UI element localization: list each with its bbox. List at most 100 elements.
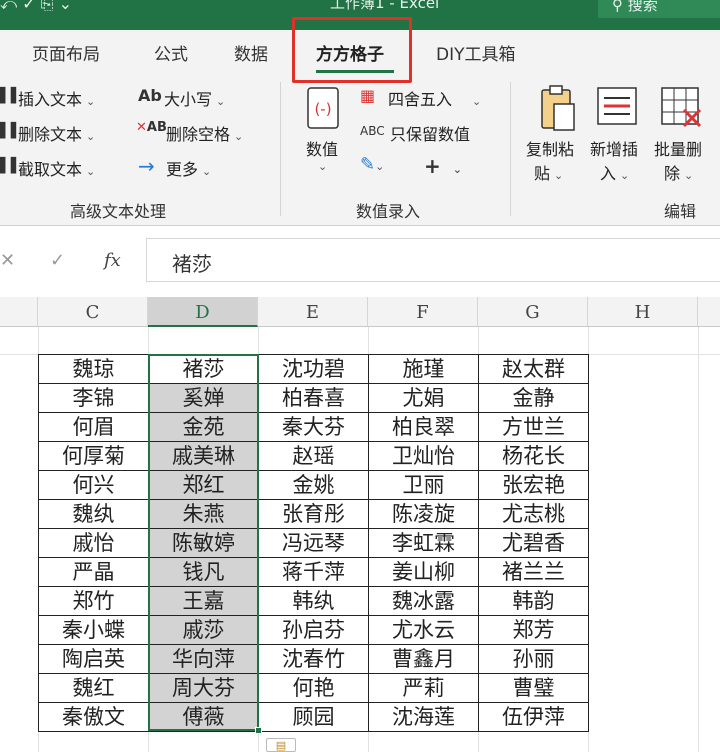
formula-input[interactable]: [146, 238, 720, 282]
insert-function-icon[interactable]: fx: [104, 250, 121, 271]
table-cell[interactable]: 金姚: [258, 470, 369, 500]
table-cell[interactable]: 何厚菊: [38, 441, 149, 471]
table-cell[interactable]: 柏春喜: [258, 383, 369, 413]
tab-formulas[interactable]: 公式: [154, 40, 188, 65]
value-dropdown-icon[interactable]: ⌄: [318, 160, 327, 173]
table-cell[interactable]: 魏冰露: [368, 586, 479, 616]
fill-handle[interactable]: [255, 727, 262, 734]
table-cell[interactable]: 戚莎: [148, 615, 259, 645]
column-header-f[interactable]: F: [368, 297, 478, 327]
column-header-g[interactable]: G: [478, 297, 588, 327]
extract-text-button[interactable]: 截取文本 ⌄: [18, 156, 95, 180]
table-cell[interactable]: 陶启英: [38, 644, 149, 674]
table-cell[interactable]: 褚兰兰: [478, 557, 589, 587]
tab-diy-toolbox[interactable]: DIY工具箱: [436, 40, 516, 65]
table-cell[interactable]: 周大芬: [148, 673, 259, 703]
table-cell[interactable]: 赵太群: [478, 354, 589, 384]
add-icon[interactable]: + ⌄: [424, 154, 462, 178]
insert-text-button[interactable]: 插入文本 ⌄: [18, 86, 95, 110]
table-cell[interactable]: 朱燕: [148, 499, 259, 529]
value-button[interactable]: 数值: [306, 136, 338, 160]
table-cell[interactable]: 戚怡: [38, 528, 149, 558]
table-cell[interactable]: 孙丽: [478, 644, 589, 674]
case-button[interactable]: 大小写 ⌄: [164, 86, 225, 110]
table-cell[interactable]: 方世兰: [478, 412, 589, 442]
round-button[interactable]: 四舍五入 ⌄: [388, 86, 481, 110]
table-cell[interactable]: 傅薇: [148, 702, 259, 732]
table-cell[interactable]: 魏琼: [38, 354, 149, 384]
table-cell[interactable]: 顾园: [258, 702, 369, 732]
table-cell[interactable]: 金苑: [148, 412, 259, 442]
table-cell[interactable]: 魏红: [38, 673, 149, 703]
column-header-prev[interactable]: [0, 297, 38, 327]
table-cell[interactable]: 姜山柳: [368, 557, 479, 587]
new-insert-button-line2[interactable]: 入 ⌄: [600, 160, 629, 184]
table-cell[interactable]: 秦傲文: [38, 702, 149, 732]
table-cell[interactable]: 郑芳: [478, 615, 589, 645]
keep-values-button[interactable]: 只保留数值: [390, 121, 470, 145]
copy-paste-button-line2[interactable]: 贴 ⌄: [534, 160, 563, 184]
batch-delete-button-line2[interactable]: 除 ⌄: [664, 160, 693, 184]
table-cell[interactable]: 何艳: [258, 673, 369, 703]
tab-page-layout[interactable]: 页面布局: [32, 40, 100, 65]
table-cell[interactable]: 秦大芬: [258, 412, 369, 442]
copy-paste-button[interactable]: 复制粘: [526, 136, 574, 160]
table-cell[interactable]: 张育彤: [258, 499, 369, 529]
table-cell[interactable]: 曹璧: [478, 673, 589, 703]
table-cell[interactable]: 蒋千萍: [258, 557, 369, 587]
table-cell[interactable]: 韩韵: [478, 586, 589, 616]
edit-values-icon[interactable]: ✎⌄: [360, 154, 384, 175]
table-cell[interactable]: 尤娟: [368, 383, 479, 413]
table-cell[interactable]: 严晶: [38, 557, 149, 587]
table-cell[interactable]: 郑竹: [38, 586, 149, 616]
more-button[interactable]: 更多 ⌄: [166, 156, 211, 180]
quick-access-toolbar[interactable]: ⤺ ✓ ⎘ ⌄: [0, 0, 72, 14]
column-header-c[interactable]: C: [38, 297, 148, 327]
quick-analysis-icon[interactable]: ▤: [266, 738, 296, 752]
table-cell[interactable]: 冯远琴: [258, 528, 369, 558]
table-cell[interactable]: 尤志桃: [478, 499, 589, 529]
table-cell[interactable]: 褚莎: [148, 354, 259, 384]
table-cell[interactable]: 柏良翠: [368, 412, 479, 442]
column-header-next[interactable]: [698, 297, 720, 327]
table-cell[interactable]: 李锦: [38, 383, 149, 413]
table-cell[interactable]: 王嘉: [148, 586, 259, 616]
table-cell[interactable]: 何兴: [38, 470, 149, 500]
delete-text-button[interactable]: 删除文本 ⌄: [18, 121, 95, 145]
column-header-e[interactable]: E: [258, 297, 368, 327]
table-cell[interactable]: 尤碧香: [478, 528, 589, 558]
table-cell[interactable]: 孙启芬: [258, 615, 369, 645]
new-insert-button[interactable]: 新增插: [590, 136, 638, 160]
table-cell[interactable]: 沈海莲: [368, 702, 479, 732]
table-cell[interactable]: 戚美琳: [148, 441, 259, 471]
cancel-icon[interactable]: ✕: [0, 250, 15, 271]
table-cell[interactable]: 华向萍: [148, 644, 259, 674]
table-cell[interactable]: 伍伊萍: [478, 702, 589, 732]
tab-data[interactable]: 数据: [234, 40, 268, 65]
table-cell[interactable]: 沈功碧: [258, 354, 369, 384]
table-cell[interactable]: 赵瑶: [258, 441, 369, 471]
table-cell[interactable]: 金静: [478, 383, 589, 413]
column-header-h[interactable]: H: [588, 297, 698, 327]
enter-icon[interactable]: ✓: [50, 250, 65, 271]
table-cell[interactable]: 施瑾: [368, 354, 479, 384]
table-cell[interactable]: 卫丽: [368, 470, 479, 500]
table-cell[interactable]: 魏纨: [38, 499, 149, 529]
table-cell[interactable]: 何眉: [38, 412, 149, 442]
table-cell[interactable]: 钱凡: [148, 557, 259, 587]
table-cell[interactable]: 奚婵: [148, 383, 259, 413]
table-cell[interactable]: 张宏艳: [478, 470, 589, 500]
table-cell[interactable]: 沈春竹: [258, 644, 369, 674]
table-cell[interactable]: 韩纨: [258, 586, 369, 616]
table-cell[interactable]: 尤水云: [368, 615, 479, 645]
table-cell[interactable]: 曹鑫月: [368, 644, 479, 674]
table-cell[interactable]: 李虹霖: [368, 528, 479, 558]
table-cell[interactable]: 卫灿怡: [368, 441, 479, 471]
batch-delete-button[interactable]: 批量删: [654, 136, 702, 160]
column-header-d[interactable]: D: [148, 297, 258, 327]
table-cell[interactable]: 陈敏婷: [148, 528, 259, 558]
table-cell[interactable]: 杨花长: [478, 441, 589, 471]
table-cell[interactable]: 秦小蝶: [38, 615, 149, 645]
table-cell[interactable]: 郑红: [148, 470, 259, 500]
table-cell[interactable]: 陈凌旋: [368, 499, 479, 529]
